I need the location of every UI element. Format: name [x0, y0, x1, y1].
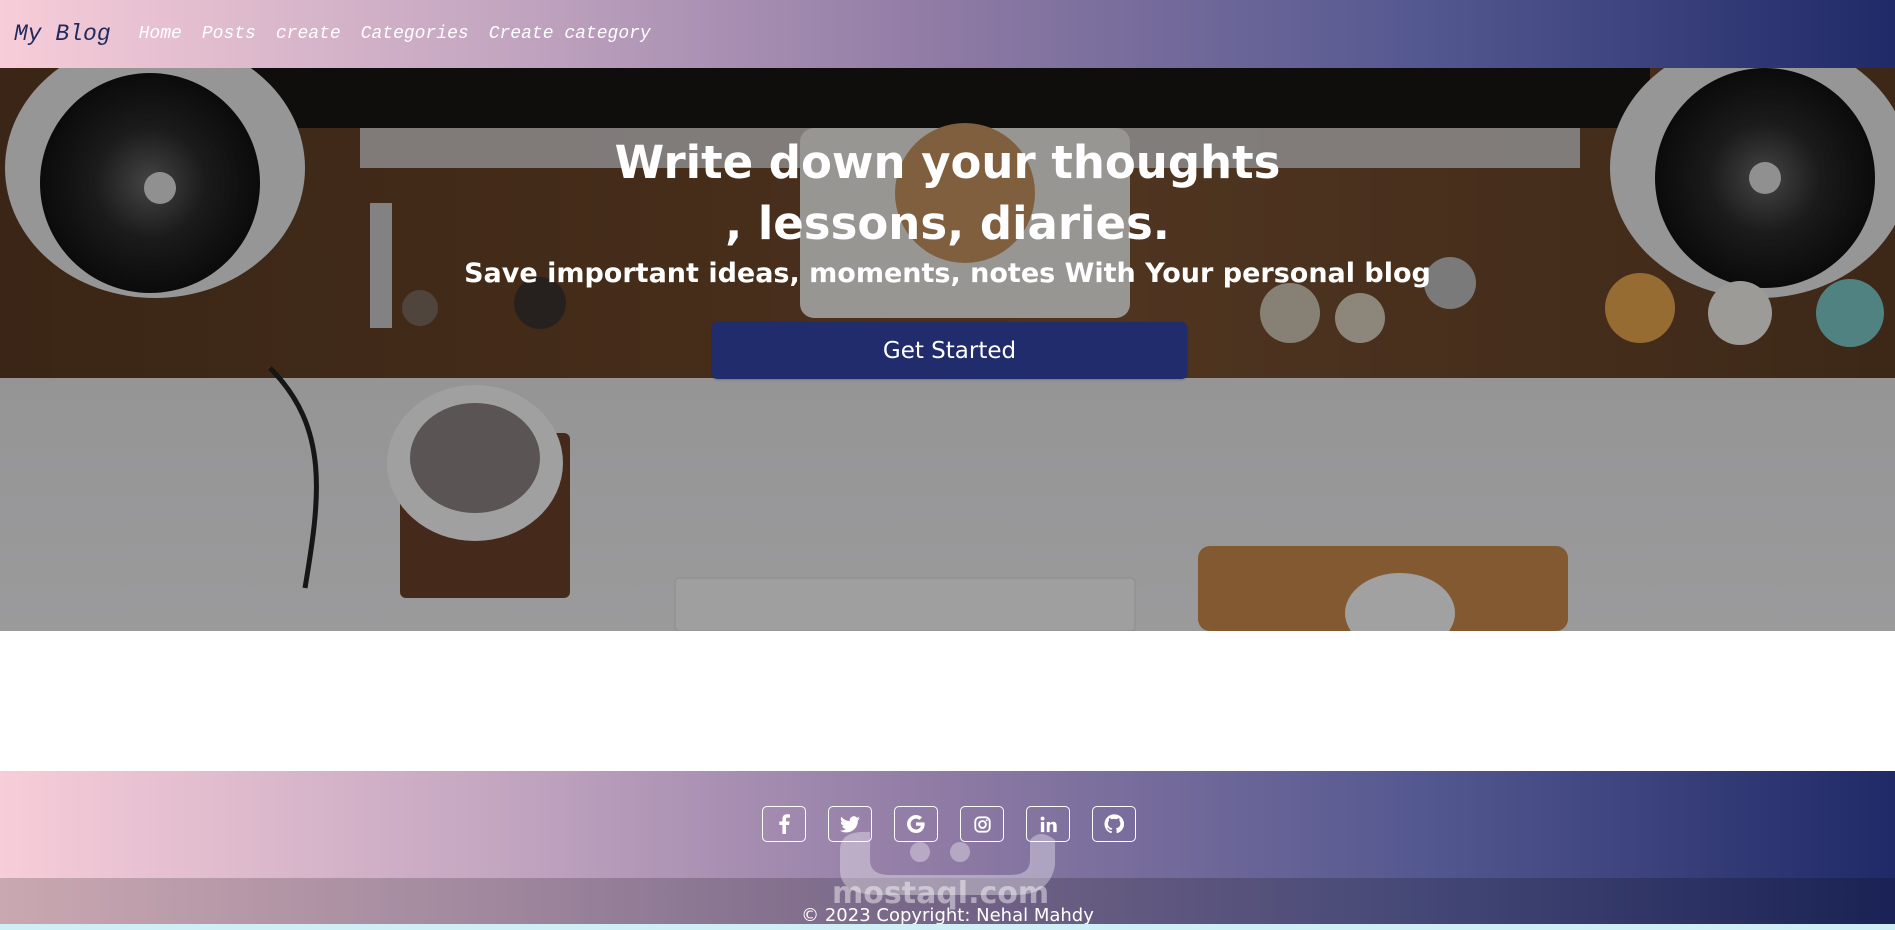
- hero-section: Write down your thoughts , lessons, diar…: [0, 68, 1895, 631]
- bottom-strip: [0, 924, 1895, 930]
- instagram-icon[interactable]: [960, 806, 1004, 842]
- copyright-text: © 2023 Copyright: Nehal Mahdy: [801, 905, 1094, 926]
- nav-posts[interactable]: Posts: [202, 24, 256, 44]
- nav-create-category[interactable]: Create category: [489, 24, 651, 44]
- nav-create[interactable]: create: [276, 24, 341, 44]
- hero-subtitle-part2: Your personal blog: [1135, 258, 1431, 289]
- nav-home[interactable]: Home: [139, 24, 182, 44]
- navbar: My Blog Home Posts create Categories Cre…: [0, 0, 1895, 68]
- hero-subtitle-part1: Save important ideas, moments, notes: [464, 258, 1065, 289]
- facebook-icon[interactable]: [762, 806, 806, 842]
- hero-subtitle: Save important ideas, moments, notes Wit…: [0, 258, 1895, 289]
- get-started-button[interactable]: Get Started: [712, 322, 1187, 379]
- linkedin-icon[interactable]: [1026, 806, 1070, 842]
- hero-title-line1: Write down your thoughts: [614, 136, 1281, 189]
- github-icon[interactable]: [1092, 806, 1136, 842]
- footer: mostaql.com © 2023 Copyright: Nehal Mahd…: [0, 771, 1895, 930]
- brand-logo[interactable]: My Blog: [14, 21, 111, 47]
- nav-categories[interactable]: Categories: [361, 24, 469, 44]
- hero-subtitle-bold: With: [1064, 258, 1136, 289]
- google-icon[interactable]: [894, 806, 938, 842]
- twitter-icon[interactable]: [828, 806, 872, 842]
- social-links: [762, 806, 1158, 842]
- hero-title-line2: , lessons, diaries.: [725, 197, 1170, 250]
